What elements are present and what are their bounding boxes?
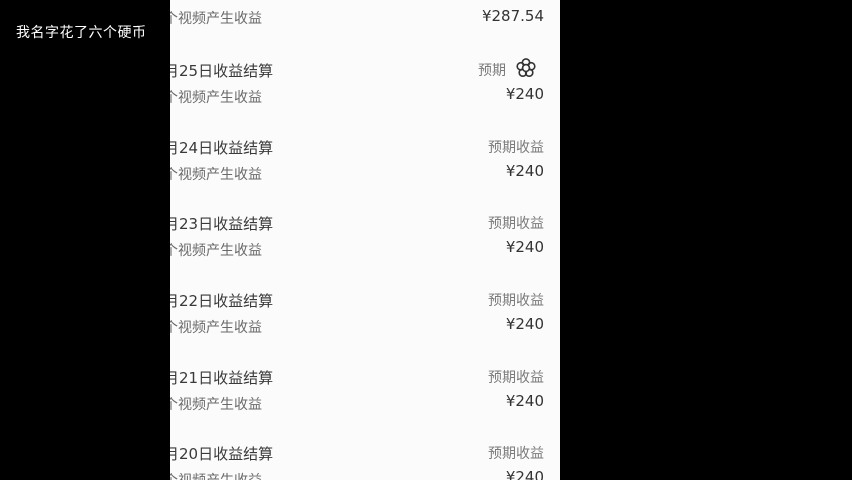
flower-icon[interactable] <box>514 56 538 80</box>
row-amount: ¥240 <box>505 162 544 180</box>
earnings-row[interactable]: 月21日收益结算 个视频产生收益 预期收益 ¥240 <box>170 367 560 427</box>
earnings-row[interactable]: 个视频产生收益 ¥287.54 <box>170 0 560 36</box>
row-status: 预期收益 <box>488 216 544 232</box>
row-amount: ¥240 <box>505 238 544 256</box>
uploader-watermark: 我名字花了六个硬币 <box>16 25 147 41</box>
row-title: 月20日收益结算 <box>170 445 274 463</box>
row-subtitle: 个视频产生收益 <box>170 90 262 106</box>
row-amount: ¥240 <box>505 85 544 103</box>
row-status: 预期收益 <box>488 140 544 156</box>
row-status: 预期收益 <box>488 293 544 309</box>
row-title: 月25日收益结算 <box>170 62 274 80</box>
row-title: 月22日收益结算 <box>170 292 274 310</box>
row-status: 预期收益 <box>478 63 506 79</box>
row-subtitle: 个视频产生收益 <box>170 320 262 336</box>
row-amount: ¥240 <box>505 315 544 333</box>
row-amount: ¥240 <box>505 392 544 410</box>
earnings-row[interactable]: 月23日收益结算 个视频产生收益 预期收益 ¥240 <box>170 213 560 273</box>
row-amount: ¥240 <box>505 468 544 480</box>
earnings-row[interactable]: 月25日收益结算 个视频产生收益 预期收益 ¥240 <box>170 60 560 120</box>
row-subtitle: 个视频产生收益 <box>170 11 262 27</box>
screen: 我名字花了六个硬币 个视频产生收益 ¥287.54 月25日收益结算 个视频产生… <box>0 0 852 480</box>
earnings-row[interactable]: 月22日收益结算 个视频产生收益 预期收益 ¥240 <box>170 290 560 350</box>
row-amount: ¥287.54 <box>481 7 544 25</box>
row-status: 预期收益 <box>488 370 544 386</box>
earnings-row[interactable]: 月24日收益结算 个视频产生收益 预期收益 ¥240 <box>170 137 560 197</box>
row-title: 月21日收益结算 <box>170 369 274 387</box>
row-status: 预期收益 <box>488 446 544 462</box>
earnings-list-screen: 个视频产生收益 ¥287.54 月25日收益结算 个视频产生收益 预期收益 ¥2… <box>170 0 560 480</box>
row-title: 月24日收益结算 <box>170 139 274 157</box>
row-subtitle: 个视频产生收益 <box>170 397 262 413</box>
row-subtitle: 个视频产生收益 <box>170 470 262 480</box>
row-title: 月23日收益结算 <box>170 215 274 233</box>
row-subtitle: 个视频产生收益 <box>170 167 262 183</box>
row-subtitle: 个视频产生收益 <box>170 243 262 259</box>
earnings-row[interactable]: 月20日收益结算 个视频产生收益 预期收益 ¥240 <box>170 443 560 480</box>
